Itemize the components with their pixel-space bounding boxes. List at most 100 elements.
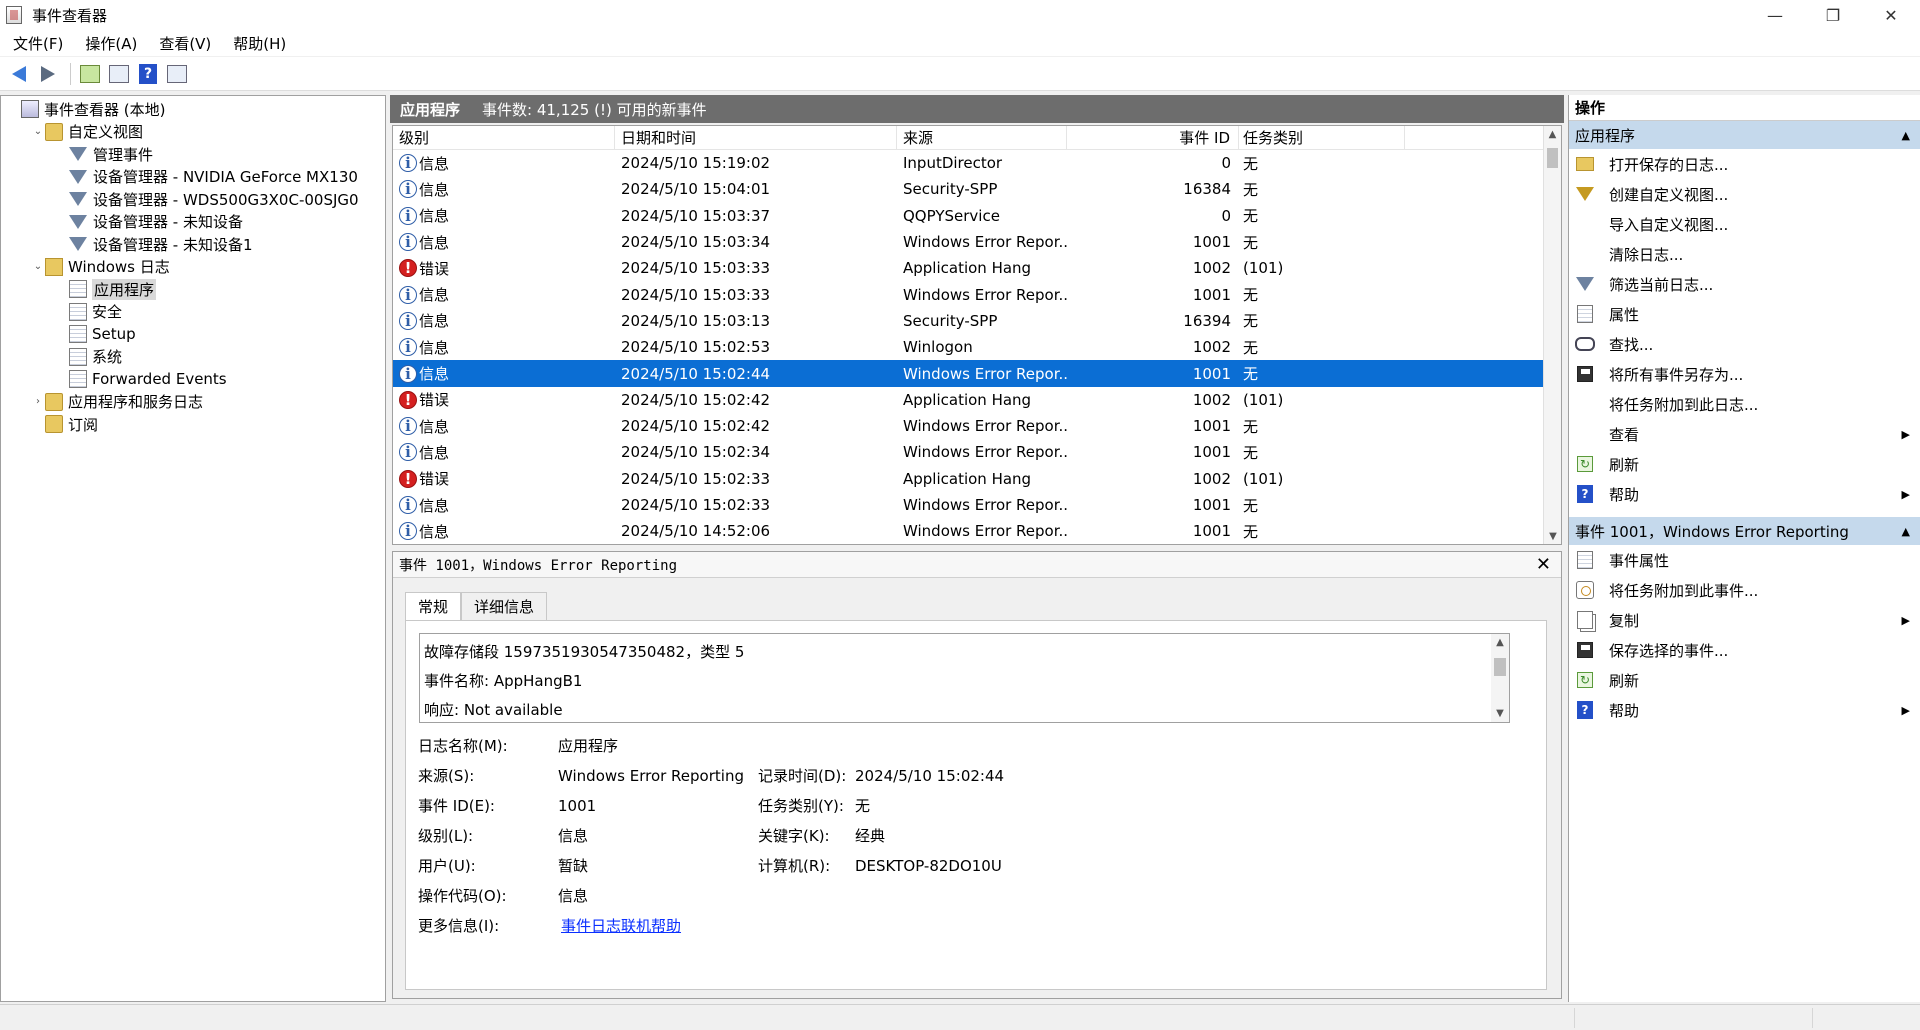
- column-datetime[interactable]: 日期和时间: [615, 126, 897, 150]
- event-row[interactable]: i 信息 2024/5/10 15:04:01 Security-SPP 16384 无: [393, 176, 1561, 202]
- event-row[interactable]: i 信息 2024/5/10 15:03:37 QQPYService 0 无: [393, 203, 1561, 229]
- column-event-id[interactable]: 事件 ID: [1067, 126, 1239, 150]
- tab-general[interactable]: 常规: [405, 592, 462, 620]
- actions-section-event[interactable]: 事件 1001，Windows Error Reporting ▲: [1569, 517, 1920, 545]
- tree-item[interactable]: ⌄ 自定义视图: [1, 121, 385, 144]
- event-row[interactable]: i 信息 2024/5/10 15:03:33 Windows Error Repor…: [393, 281, 1561, 307]
- event-description[interactable]: 故障存储段 1597351930547350482，类型 5 事件名称: App…: [419, 633, 1510, 723]
- tab-details[interactable]: 详细信息: [461, 592, 548, 620]
- back-button[interactable]: [6, 62, 32, 86]
- help-button[interactable]: ?: [135, 62, 161, 86]
- online-help-link[interactable]: 事件日志联机帮助: [561, 911, 681, 941]
- menu-help[interactable]: 帮助(H): [220, 33, 295, 54]
- event-row[interactable]: i 信息 2024/5/10 15:02:53 Winlogon 1002 无: [393, 334, 1561, 360]
- action-item[interactable]: 导入自定义视图...: [1569, 209, 1920, 239]
- event-row[interactable]: i 信息 2024/5/10 15:02:34 Windows Error Repor…: [393, 439, 1561, 465]
- action-item[interactable]: 创建自定义视图...: [1569, 179, 1920, 209]
- tree-item[interactable]: 应用程序: [1, 278, 385, 301]
- scroll-down-icon[interactable]: ▼: [1491, 708, 1509, 719]
- event-row[interactable]: i 信息 2024/5/10 15:02:42 Windows Error Repor…: [393, 413, 1561, 439]
- tree-item[interactable]: 订阅: [1, 413, 385, 436]
- action-item[interactable]: ? 帮助 ▶: [1569, 695, 1920, 725]
- action-item[interactable]: 查找...: [1569, 329, 1920, 359]
- tree-item[interactable]: 设备管理器 - 未知设备: [1, 211, 385, 234]
- close-button[interactable]: ✕: [1862, 0, 1920, 30]
- action-item[interactable]: 保存选择的事件...: [1569, 635, 1920, 665]
- tree-item[interactable]: Setup: [1, 323, 385, 346]
- action-item[interactable]: ↻ 刷新: [1569, 665, 1920, 695]
- event-row[interactable]: i 信息 2024/5/10 14:52:06 Windows Error Repor…: [393, 518, 1561, 544]
- expand-chevron-icon[interactable]: ⌄: [31, 126, 45, 137]
- tree-item[interactable]: 设备管理器 - WDS500G3X0C-00SJG0: [1, 188, 385, 211]
- minimize-button[interactable]: —: [1746, 0, 1804, 30]
- action-item[interactable]: 将所有事件另存为...: [1569, 359, 1920, 389]
- column-level[interactable]: 级别: [393, 126, 615, 150]
- tree-item[interactable]: 系统: [1, 346, 385, 369]
- task-category-cell: 无: [1243, 154, 1259, 173]
- action-item[interactable]: 筛选当前日志...: [1569, 269, 1920, 299]
- event-row[interactable]: ! 错误 2024/5/10 15:03:33 Application Hang 100…: [393, 255, 1561, 281]
- menu-file[interactable]: 文件(F): [0, 33, 72, 54]
- action-item[interactable]: 打开保存的日志...: [1569, 149, 1920, 179]
- column-source[interactable]: 来源: [897, 126, 1067, 150]
- expand-chevron-icon[interactable]: ⌄: [31, 261, 45, 272]
- datetime-cell: 2024/5/10 15:04:01: [621, 180, 771, 199]
- up-level-button[interactable]: [77, 62, 103, 86]
- actions-section-log[interactable]: 应用程序 ▲: [1569, 121, 1920, 149]
- tree-item[interactable]: 管理事件: [1, 143, 385, 166]
- column-task-category[interactable]: 任务类别: [1239, 126, 1405, 150]
- scroll-down-icon[interactable]: ▼: [1544, 528, 1561, 544]
- event-viewer-app-icon: [6, 6, 22, 24]
- scroll-thumb[interactable]: [1494, 658, 1506, 676]
- event-row[interactable]: i 信息 2024/5/10 15:02:44 Windows Error Repor…: [393, 360, 1561, 387]
- scroll-thumb[interactable]: [1547, 148, 1558, 168]
- event-id-cell: 1002: [1192, 390, 1231, 409]
- action-item[interactable]: 事件属性: [1569, 545, 1920, 575]
- tree-item[interactable]: 设备管理器 - 未知设备1: [1, 233, 385, 256]
- event-id-cell: 1001: [1192, 443, 1231, 462]
- scroll-up-icon[interactable]: ▲: [1491, 637, 1509, 648]
- action-item[interactable]: 查看 ▶: [1569, 419, 1920, 449]
- scroll-up-icon[interactable]: ▲: [1544, 126, 1561, 144]
- event-row[interactable]: i 信息 2024/5/10 15:03:34 Windows Error Repor…: [393, 229, 1561, 255]
- action-item[interactable]: 将任务附加到此事件...: [1569, 575, 1920, 605]
- event-id-cell: 1002: [1192, 338, 1231, 357]
- show-hide-tree-button[interactable]: [106, 62, 132, 86]
- tree-item-label: 设备管理器 - NVIDIA GeForce MX130: [93, 168, 358, 187]
- action-label: 查找...: [1609, 335, 1654, 354]
- collapse-icon[interactable]: ▲: [1902, 129, 1910, 142]
- action-item[interactable]: 属性: [1569, 299, 1920, 329]
- forward-button[interactable]: [35, 62, 61, 86]
- collapse-icon[interactable]: ▲: [1902, 525, 1910, 538]
- show-hide-action-pane-button[interactable]: [164, 62, 190, 86]
- status-segment: [1574, 1008, 1575, 1028]
- tree-item[interactable]: 安全: [1, 301, 385, 324]
- tree-item[interactable]: Forwarded Events: [1, 368, 385, 391]
- action-item[interactable]: 复制 ▶: [1569, 605, 1920, 635]
- menu-action[interactable]: 操作(A): [72, 33, 146, 54]
- action-label: 将任务附加到此日志...: [1609, 395, 1759, 414]
- tree-item[interactable]: 事件查看器 (本地): [1, 98, 385, 121]
- event-row[interactable]: i 信息 2024/5/10 15:19:02 InputDirector 0 无: [393, 150, 1561, 176]
- maximize-button[interactable]: ❐: [1804, 0, 1862, 30]
- event-row[interactable]: i 信息 2024/5/10 15:03:13 Security-SPP 16394 无: [393, 308, 1561, 334]
- action-item[interactable]: 将任务附加到此日志...: [1569, 389, 1920, 419]
- event-row[interactable]: ! 错误 2024/5/10 15:02:33 Application Hang 100…: [393, 466, 1561, 492]
- action-item[interactable]: 清除日志...: [1569, 239, 1920, 269]
- action-item[interactable]: ↻ 刷新: [1569, 449, 1920, 479]
- expand-chevron-icon[interactable]: ›: [31, 396, 45, 407]
- tree-item[interactable]: 设备管理器 - NVIDIA GeForce MX130: [1, 166, 385, 189]
- action-item[interactable]: ? 帮助 ▶: [1569, 479, 1920, 509]
- event-row[interactable]: i 信息 2024/5/10 15:02:33 Windows Error Repor…: [393, 492, 1561, 518]
- menu-view[interactable]: 查看(V): [146, 33, 220, 54]
- source-cell: Security-SPP: [903, 180, 998, 199]
- folder-icon: [45, 415, 63, 434]
- tree-item[interactable]: ⌄ Windows 日志: [1, 256, 385, 279]
- info-icon: i: [399, 496, 417, 514]
- event-row[interactable]: ! 错误 2024/5/10 15:02:42 Application Hang 100…: [393, 387, 1561, 413]
- description-scrollbar[interactable]: ▲ ▼: [1491, 634, 1509, 722]
- detail-close-icon[interactable]: ✕: [1536, 554, 1551, 575]
- event-list-scrollbar[interactable]: ▲ ▼: [1543, 126, 1561, 544]
- tree-item[interactable]: › 应用程序和服务日志: [1, 391, 385, 414]
- tree-item-label: Forwarded Events: [92, 370, 227, 389]
